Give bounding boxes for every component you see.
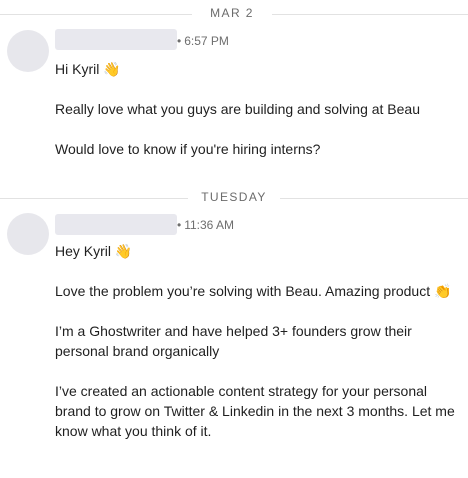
message-timestamp: • 6:57 PM — [177, 34, 229, 48]
message-paragraph: Love the problem you’re solving with Bea… — [55, 283, 452, 299]
message-paragraph: Really love what you guys are building a… — [55, 101, 421, 117]
message-paragraph: Hey Kyril 👋 — [55, 243, 133, 259]
message-body: Hi Kyril 👋 Really love what you guys are… — [55, 59, 460, 159]
sender-name-redacted[interactable] — [55, 214, 177, 235]
date-divider: MAR 2 — [0, 4, 468, 24]
message-paragraph: I’ve created an actionable content strat… — [55, 383, 455, 439]
sender-name-redacted[interactable] — [55, 29, 177, 50]
message-paragraph: Would love to know if you're hiring inte… — [55, 141, 321, 157]
separator-dot: • — [177, 218, 182, 232]
message-body: Hey Kyril 👋 Love the problem you’re solv… — [55, 241, 460, 441]
divider-line — [0, 198, 188, 199]
divider-line — [0, 14, 192, 15]
divider-line — [272, 14, 468, 15]
divider-line — [280, 198, 468, 199]
date-label: MAR 2 — [210, 6, 254, 20]
timestamp-text: 6:57 PM — [184, 34, 229, 48]
date-divider: TUESDAY — [0, 188, 468, 208]
message-paragraph: Hi Kyril 👋 — [55, 61, 121, 77]
message-timestamp: • 11:36 AM — [177, 218, 234, 232]
date-label: TUESDAY — [201, 190, 267, 204]
avatar[interactable] — [7, 213, 49, 255]
avatar[interactable] — [7, 30, 49, 72]
timestamp-text: 11:36 AM — [184, 218, 235, 232]
separator-dot: • — [177, 34, 182, 48]
message-paragraph: I’m a Ghostwriter and have helped 3+ fou… — [55, 323, 412, 359]
